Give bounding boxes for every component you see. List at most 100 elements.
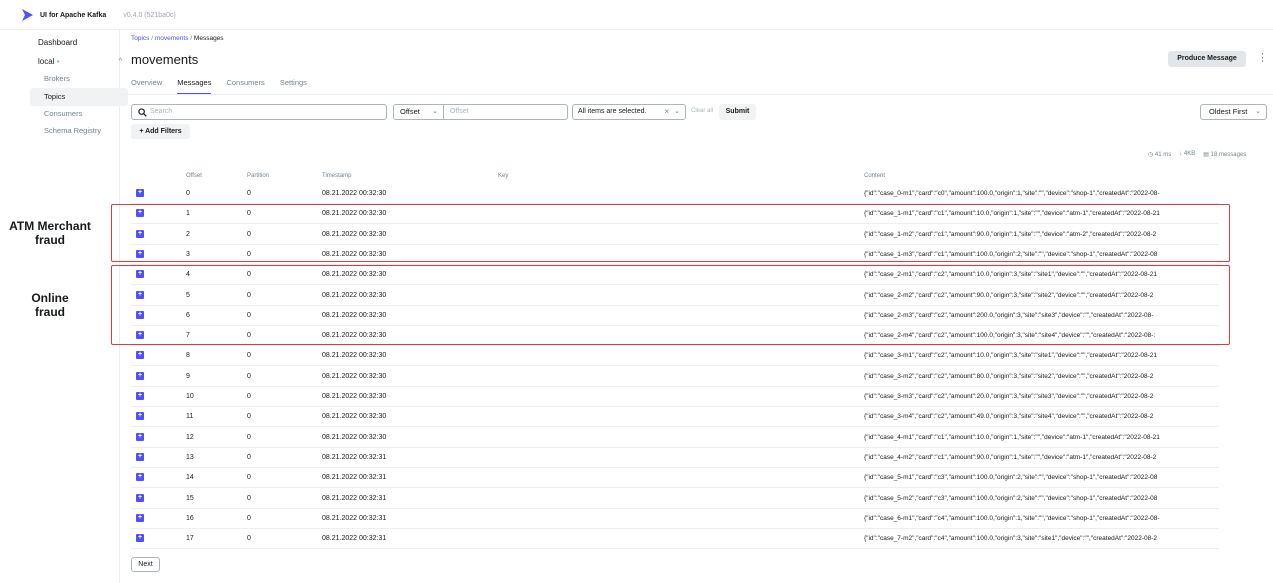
- expand-row-icon[interactable]: +: [136, 513, 144, 522]
- table-row[interactable]: +17 0 08.21.2022 00:32:31 {"id":"case_7-m2"…: [131, 529, 1219, 550]
- table-row[interactable]: +12 0 08.21.2022 00:32:30 {"id":"case_4-m1"…: [131, 428, 1219, 448]
- expand-row-icon[interactable]: +: [136, 412, 144, 421]
- cell-offset: 8: [186, 352, 190, 360]
- tab-consumers[interactable]: Consumers: [226, 78, 264, 94]
- messages-stat: ▤ 18 messages: [1203, 151, 1246, 158]
- app-name: UI for Apache Kafka: [40, 11, 107, 19]
- table-row[interactable]: +11 0 08.21.2022 00:32:30 {"id":"case_3-m4"…: [131, 407, 1219, 428]
- cell-partition: 0: [247, 352, 251, 360]
- table-row[interactable]: +8 0 08.21.2022 00:32:30 {"id":"case_3-m1",…: [131, 346, 1219, 367]
- table-row[interactable]: +16 0 08.21.2022 00:32:31 {"id":"case_6-m1"…: [131, 509, 1219, 529]
- tab-messages[interactable]: Messages: [177, 78, 212, 94]
- sort-order-value: Oldest First: [1209, 107, 1248, 116]
- cell-timestamp: 08.21.2022 00:32:31: [322, 514, 387, 522]
- seek-type-value: Offset: [400, 107, 420, 116]
- chevron-up-icon[interactable]: ^: [119, 53, 122, 71]
- cell-content: {"id":"case_6-m1","card":"c4","amount":1…: [864, 514, 1160, 522]
- sidebar-item-dashboard[interactable]: Dashboard: [30, 34, 128, 52]
- more-options-icon[interactable]: ⋮: [1257, 51, 1268, 65]
- cell-timestamp: 08.21.2022 00:32:30: [322, 433, 387, 441]
- table-row[interactable]: +13 0 08.21.2022 00:32:31 {"id":"case_4-m2"…: [131, 448, 1219, 468]
- top-bar: UI for Apache Kafka v0.4.0 (521ba0c): [0, 0, 1273, 30]
- clock-icon: ◷: [1148, 152, 1155, 158]
- add-filters-button[interactable]: + Add Filters: [131, 124, 190, 139]
- clear-selection-icon[interactable]: ×: [664, 105, 669, 119]
- offset-input[interactable]: Offset: [444, 104, 568, 120]
- cell-offset: 14: [186, 474, 194, 482]
- table-row[interactable]: +0 0 08.21.2022 00:32:30 {"id":"case_0-m1",…: [131, 184, 1219, 204]
- annotation-box-online-fraud: [111, 265, 1230, 345]
- tab-overview[interactable]: Overview: [131, 78, 162, 94]
- cell-offset: 17: [186, 535, 194, 543]
- elapsed-value: 41 ms: [1154, 152, 1172, 158]
- elapsed-stat: ◷ 41 ms: [1148, 151, 1171, 158]
- annotation-text: fraud: [35, 233, 65, 247]
- cell-timestamp: 08.21.2022 00:32:31: [322, 494, 387, 502]
- tab-settings[interactable]: Settings: [280, 78, 307, 94]
- annotation-text: fraud: [35, 305, 65, 319]
- cell-offset: 10: [186, 393, 194, 400]
- page-title: movements: [131, 52, 199, 67]
- expand-row-icon[interactable]: +: [136, 351, 144, 360]
- cluster-online-dot-icon: •: [56, 57, 60, 66]
- cell-content: {"id":"case_4-m1","card":"c1","amount":1…: [864, 433, 1160, 441]
- expand-row-icon[interactable]: +: [136, 189, 144, 197]
- search-input[interactable]: Search: [131, 104, 387, 120]
- annotation-label-atm-merchant-fraud: ATM Merchant fraud: [0, 219, 100, 247]
- breadcrumb-topic[interactable]: movements: [155, 35, 189, 42]
- produce-message-button[interactable]: Produce Message: [1168, 51, 1246, 67]
- search-placeholder: Search: [150, 108, 173, 115]
- sidebar-item-brokers[interactable]: Brokers: [30, 70, 128, 88]
- submit-button[interactable]: Submit: [719, 104, 756, 120]
- cell-timestamp: 08.21.2022 00:32:30: [322, 190, 387, 197]
- partitions-value: All items are selected.: [578, 108, 647, 115]
- breadcrumb-separator: /: [151, 35, 154, 42]
- expand-row-icon[interactable]: +: [136, 432, 144, 441]
- expand-row-icon[interactable]: +: [136, 534, 144, 543]
- annotation-text: Online: [31, 291, 69, 305]
- sidebar-cluster-local[interactable]: local • ^: [30, 53, 128, 71]
- bytes-stat: ↓ 4KB: [1179, 151, 1195, 158]
- expand-row-icon[interactable]: +: [136, 371, 144, 380]
- table-row[interactable]: +10 0 08.21.2022 00:32:30 {"id":"case_3-m3"…: [131, 387, 1219, 407]
- cell-partition: 0: [247, 535, 251, 543]
- cell-partition: 0: [247, 433, 251, 441]
- cell-partition: 0: [247, 190, 251, 197]
- expand-row-icon[interactable]: +: [136, 452, 144, 461]
- message-stats: ◷ 41 ms ↓ 4KB ▤ 18 messages: [1148, 151, 1246, 158]
- breadcrumb-current: Messages: [193, 35, 224, 42]
- seek-type-select[interactable]: Offset ⌄: [393, 104, 444, 120]
- cell-timestamp: 08.21.2022 00:32:30: [322, 413, 387, 421]
- annotation-text: ATM Merchant: [9, 219, 91, 233]
- cell-content: {"id":"case_3-m1","card":"c2","amount":1…: [864, 352, 1157, 360]
- sidebar-item-schema-registry[interactable]: Schema Registry: [30, 122, 128, 140]
- next-page-button[interactable]: Next: [131, 557, 160, 572]
- brand[interactable]: UI for Apache Kafka v0.4.0 (521ba0c): [22, 9, 176, 21]
- tabs-divider: [120, 94, 1273, 95]
- expand-row-icon[interactable]: +: [136, 473, 144, 482]
- column-header-offset: Offset: [186, 173, 202, 179]
- table-row[interactable]: +9 0 08.21.2022 00:32:30 {"id":"case_3-m2",…: [131, 367, 1219, 387]
- cell-offset: 16: [186, 514, 194, 522]
- sidebar-item-consumers[interactable]: Consumers: [30, 105, 128, 123]
- search-icon: [138, 108, 147, 117]
- sidebar-item-topics[interactable]: Topics: [30, 88, 128, 106]
- cell-partition: 0: [247, 372, 251, 380]
- cell-content: {"id":"case_3-m2","card":"c2","amount":8…: [864, 372, 1154, 380]
- column-header-timestamp: Timestamp: [322, 173, 352, 179]
- sort-order-select[interactable]: Oldest First ⌄: [1200, 104, 1267, 120]
- cell-timestamp: 08.21.2022 00:32:31: [322, 535, 387, 543]
- expand-row-icon[interactable]: +: [136, 493, 144, 502]
- table-row[interactable]: +14 0 08.21.2022 00:32:31 {"id":"case_5-m1"…: [131, 468, 1219, 489]
- partitions-select[interactable]: All items are selected. × ⌄: [572, 104, 686, 120]
- cell-partition: 0: [247, 413, 251, 421]
- chevron-down-icon: ⌄: [674, 108, 680, 115]
- clear-all-link[interactable]: Clear all: [691, 108, 713, 114]
- cell-timestamp: 08.21.2022 00:32:31: [322, 474, 387, 482]
- expand-row-icon[interactable]: +: [136, 392, 144, 400]
- cell-content: {"id":"case_5-m2","card":"c3","amount":1…: [864, 494, 1158, 502]
- column-header-content: Content: [864, 173, 886, 179]
- table-row[interactable]: +15 0 08.21.2022 00:32:31 {"id":"case_5-m2"…: [131, 489, 1219, 509]
- breadcrumb-topics[interactable]: Topics: [131, 35, 149, 42]
- cell-offset: 12: [186, 433, 194, 441]
